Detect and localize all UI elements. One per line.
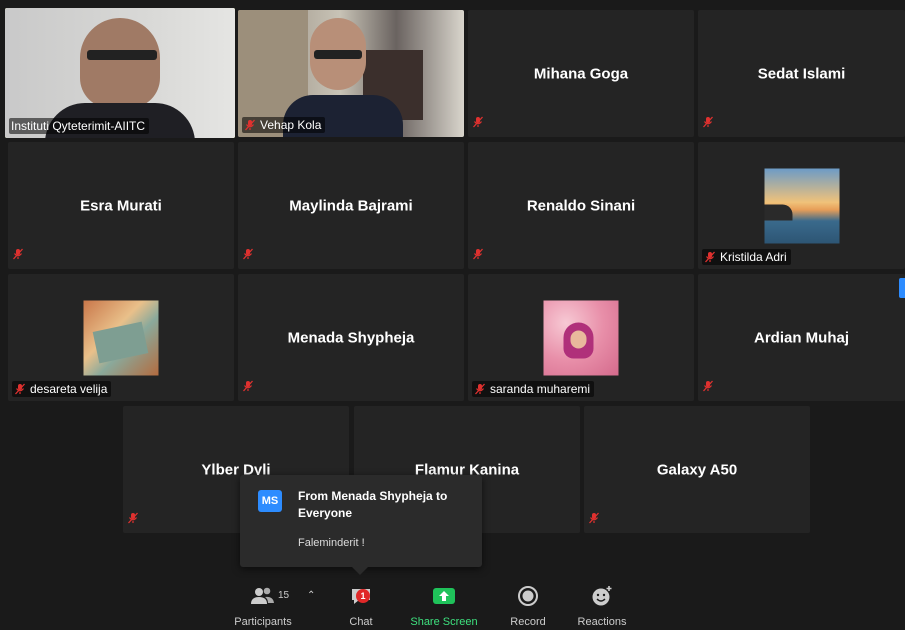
reactions-button[interactable]: Reactions bbox=[574, 584, 630, 628]
participant-name: desareta velija bbox=[30, 382, 108, 396]
mic-muted-icon bbox=[473, 116, 483, 128]
mic-muted-icon bbox=[243, 248, 253, 260]
participant-name: Galaxy A50 bbox=[656, 461, 738, 478]
mic-muted-icon bbox=[245, 119, 255, 131]
participant-name: Instituti Qyteterimit-AIITC bbox=[11, 119, 146, 133]
mic-muted-icon bbox=[243, 380, 253, 392]
mic-muted-icon bbox=[703, 380, 713, 392]
reactions-icon bbox=[592, 586, 612, 606]
popup-tail bbox=[352, 567, 368, 575]
mic-muted-icon bbox=[705, 251, 715, 263]
video-tile-p7[interactable]: Renaldo Sinani bbox=[468, 142, 694, 269]
record-button[interactable]: Record bbox=[503, 584, 553, 628]
sender-avatar: MS bbox=[258, 490, 282, 512]
participant-name: Sedat Islami bbox=[757, 65, 846, 82]
share-screen-button[interactable]: Share Screen bbox=[408, 584, 480, 628]
record-icon bbox=[518, 586, 538, 606]
chat-unread-badge: 1 bbox=[356, 589, 370, 603]
profile-picture bbox=[83, 300, 159, 375]
participant-name: Maylinda Bajrami bbox=[289, 197, 413, 214]
participants-label: Participants bbox=[234, 616, 292, 628]
share-screen-label: Share Screen bbox=[410, 616, 478, 628]
participant-name: Mihana Goga bbox=[533, 65, 629, 82]
video-tile-p5[interactable]: Esra Murati bbox=[8, 142, 234, 269]
video-tile-p15[interactable]: Galaxy A50 bbox=[584, 406, 810, 533]
video-tile-p2[interactable]: Vehap Kola bbox=[238, 10, 464, 137]
participant-name-label: Kristilda Adri bbox=[702, 249, 791, 265]
chat-notification-title: From Menada Shypheja to Everyone bbox=[298, 489, 448, 520]
share-screen-icon bbox=[433, 588, 455, 604]
video-tile-p6[interactable]: Maylinda Bajrami bbox=[238, 142, 464, 269]
participant-count: 15 bbox=[278, 590, 290, 601]
mic-muted-icon bbox=[703, 116, 713, 128]
video-tile-p10[interactable]: Menada Shypheja bbox=[238, 274, 464, 401]
chat-notification-popup[interactable]: MS From Menada Shypheja to Everyone Fale… bbox=[240, 475, 482, 575]
video-tile-p11[interactable]: saranda muharemi bbox=[468, 274, 694, 401]
video-tile-p1[interactable]: Instituti Qyteterimit-AIITC bbox=[5, 8, 235, 138]
chat-notification-message: Faleminderit ! bbox=[298, 537, 365, 549]
video-tile-p8[interactable]: Kristilda Adri bbox=[698, 142, 905, 269]
participant-name-label: Vehap Kola bbox=[242, 117, 326, 133]
reactions-label: Reactions bbox=[577, 616, 627, 628]
chat-label: Chat bbox=[349, 616, 373, 628]
mic-muted-icon bbox=[15, 383, 25, 395]
mic-muted-icon bbox=[589, 512, 599, 524]
video-tile-p4[interactable]: Sedat Islami bbox=[698, 10, 905, 137]
video-tile-p3[interactable]: Mihana Goga bbox=[468, 10, 694, 137]
profile-picture bbox=[764, 168, 839, 243]
participant-name-label: desareta velija bbox=[12, 381, 112, 397]
mic-muted-icon bbox=[13, 248, 23, 260]
record-label: Record bbox=[510, 616, 546, 628]
participant-name: Menada Shypheja bbox=[287, 329, 415, 346]
participant-name: Renaldo Sinani bbox=[526, 197, 636, 214]
participant-name: Ardian Muhaj bbox=[753, 329, 849, 346]
participants-options-caret[interactable]: ⌃ bbox=[307, 590, 315, 601]
mic-muted-icon bbox=[475, 383, 485, 395]
side-panel-handle[interactable] bbox=[899, 278, 905, 298]
participant-name-label: saranda muharemi bbox=[472, 381, 595, 397]
participant-name: saranda muharemi bbox=[490, 382, 591, 396]
participant-name: Esra Murati bbox=[80, 197, 162, 214]
video-tile-p12[interactable]: Ardian Muhaj bbox=[698, 274, 905, 401]
mic-muted-icon bbox=[473, 248, 483, 260]
participants-icon bbox=[251, 587, 274, 604]
profile-picture bbox=[543, 300, 619, 375]
participant-name-label: Instituti Qyteterimit-AIITC bbox=[9, 118, 150, 134]
video-tile-p9[interactable]: desareta velija bbox=[8, 274, 234, 401]
participant-name: Kristilda Adri bbox=[720, 250, 787, 264]
mic-muted-icon bbox=[128, 512, 138, 524]
participant-name: Vehap Kola bbox=[260, 118, 322, 132]
chat-button[interactable]: 1 Chat bbox=[336, 584, 386, 628]
meeting-toolbar: Participants 1 Chat Share Screen Record bbox=[0, 578, 905, 630]
